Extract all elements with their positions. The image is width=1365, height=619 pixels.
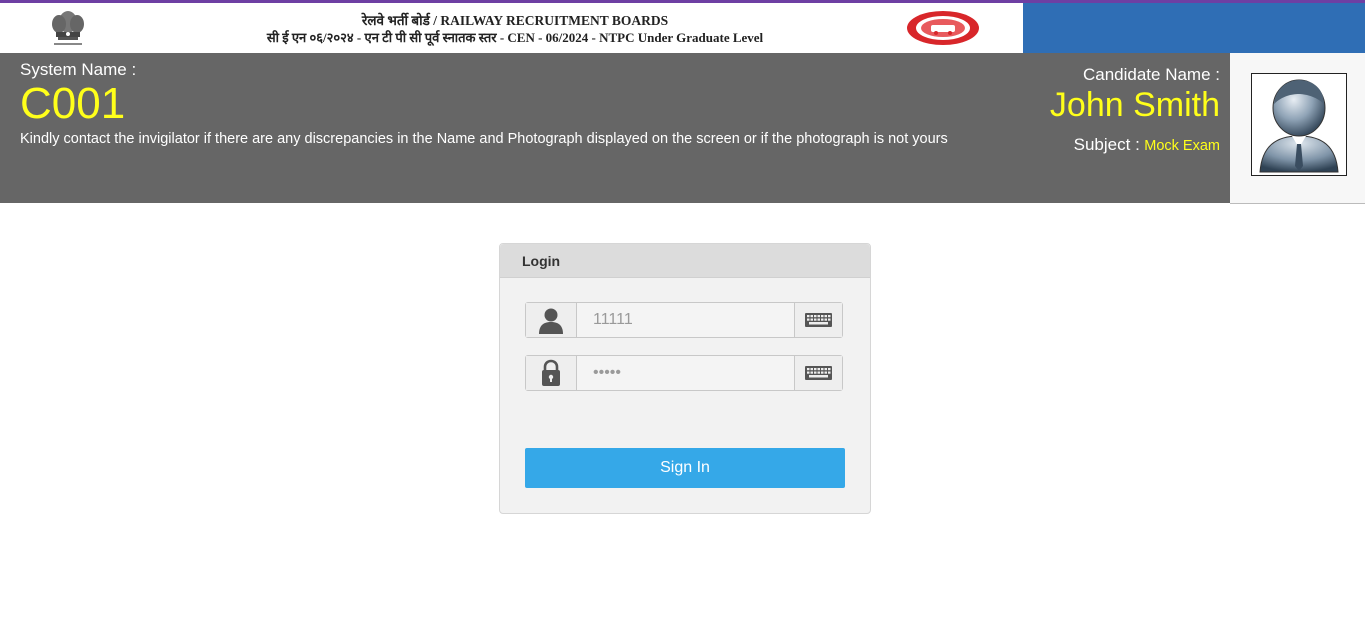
system-name-label: System Name : xyxy=(20,60,137,79)
candidate-info-bar: System Name : C001 Kindly contact the in… xyxy=(0,53,1230,203)
banner-title: रेलवे भर्ती बोर्ड / RAILWAY RECRUITMENT … xyxy=(361,13,669,28)
subject-row: Subject : Mock Exam xyxy=(1074,135,1220,155)
subject-value: Mock Exam xyxy=(1144,138,1220,154)
header-banner: रेलवे भर्ती बोर्ड / RAILWAY RECRUITMENT … xyxy=(0,3,1023,53)
system-name-value: C001 xyxy=(20,79,126,128)
candidate-name-value: John Smith xyxy=(1049,86,1220,124)
username-keyboard-icon[interactable] xyxy=(794,303,842,337)
invigilator-notice: Kindly contact the invigilator if there … xyxy=(20,131,948,147)
indian-railways-logo-icon xyxy=(905,9,981,47)
password-field-group xyxy=(525,355,843,391)
user-icon xyxy=(526,303,577,337)
header-banner-accent xyxy=(1023,3,1365,53)
password-input[interactable] xyxy=(577,356,795,390)
username-input[interactable] xyxy=(577,303,795,337)
login-panel: Login 11111 Sign In xyxy=(499,243,871,514)
candidate-avatar-icon xyxy=(1251,73,1347,176)
candidate-photo-panel xyxy=(1230,53,1365,204)
password-keyboard-icon[interactable] xyxy=(794,356,842,390)
lock-icon xyxy=(526,356,577,390)
sign-in-button[interactable]: Sign In xyxy=(525,448,845,488)
username-field-group xyxy=(525,302,843,338)
state-emblem-icon xyxy=(44,8,92,50)
login-panel-header: Login xyxy=(500,244,870,278)
candidate-name-label: Candidate Name : xyxy=(1082,65,1220,84)
subject-label: Subject : xyxy=(1073,135,1140,154)
login-title: Login xyxy=(522,253,561,269)
banner-subtitle: सी ई एन ०६/२०२४ - एन टी पी सी पूर्व स्ना… xyxy=(266,30,764,45)
